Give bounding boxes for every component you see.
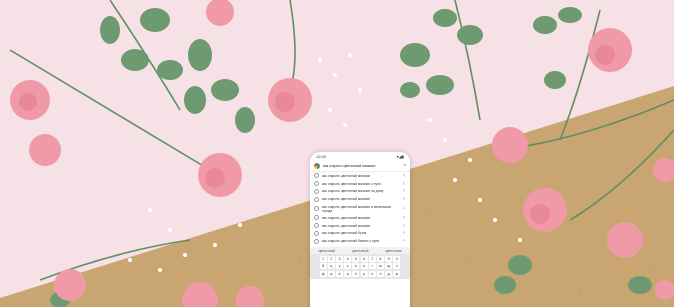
key[interactable]: у — [336, 263, 344, 270]
key[interactable]: 9 — [385, 256, 393, 263]
search-history-icon — [314, 188, 319, 194]
key[interactable]: ж — [393, 270, 401, 277]
key[interactable]: 1 — [319, 256, 327, 263]
suggestion-item[interactable]: как открыть цветочный магазин на дому ↖ — [310, 188, 410, 196]
arrow-icon[interactable]: ↖ — [403, 197, 406, 201]
key[interactable]: р — [360, 270, 368, 277]
key[interactable]: з — [393, 263, 401, 270]
key[interactable]: д — [385, 270, 393, 277]
suggestion-item[interactable]: как открыть цветочный бизнес с нуля ↖ — [310, 237, 410, 245]
keyboard-row: ф ы в а п р о л д ж — [312, 270, 408, 277]
suggestion-text: как открыть цветочный магазин на дому — [322, 189, 384, 194]
status-time: 12:00 — [316, 154, 327, 159]
key[interactable]: е — [352, 263, 360, 270]
search-history-icon — [314, 206, 319, 212]
word-suggestion[interactable]: цветочная — [386, 249, 402, 253]
search-history-icon — [314, 173, 319, 179]
suggestion-list: как открыть цветочный магазин ↖ как откры… — [310, 172, 410, 245]
suggestion-text: как открыть цветочный магазин — [322, 215, 371, 220]
suggestion-item[interactable]: как открыть цветочный магазин ↖ — [310, 214, 410, 222]
key[interactable]: ц — [327, 263, 335, 270]
key[interactable]: щ — [385, 263, 393, 270]
key[interactable]: 0 — [393, 256, 401, 263]
status-icons: ▾◢▮ — [396, 154, 404, 159]
keyboard-row: й ц у к е н г ш щ з — [312, 263, 408, 270]
arrow-icon[interactable]: ↖ — [403, 181, 406, 186]
key[interactable]: ы — [327, 270, 335, 277]
arrow-icon[interactable]: ↖ — [403, 206, 406, 211]
search-bar[interactable]: как открыть цветочный магазин × — [310, 161, 410, 172]
word-suggestion[interactable]: цветочный — [352, 249, 368, 253]
smartphone-screen: 12:00 ▾◢▮ как открыть цветочный магазин … — [310, 152, 410, 307]
search-input[interactable]: как открыть цветочный магазин — [323, 164, 403, 168]
key[interactable]: л — [376, 270, 384, 277]
photo-scene: 12:00 ▾◢▮ как открыть цветочный магазин … — [0, 0, 674, 307]
close-icon[interactable]: × — [403, 163, 406, 169]
key[interactable]: н — [360, 263, 368, 270]
arrow-icon[interactable]: ↖ — [403, 173, 406, 178]
suggestion-text: как открыть цветочный магазин — [322, 173, 371, 178]
key[interactable]: ш — [376, 263, 384, 270]
status-bar: 12:00 ▾◢▮ — [310, 152, 410, 161]
key[interactable]: ф — [319, 270, 327, 277]
arrow-icon[interactable]: ↖ — [403, 189, 406, 193]
keyboard-suggestion-strip: цветочный цветочный цветочная — [310, 247, 410, 255]
arrow-icon[interactable]: ↖ — [403, 215, 406, 220]
google-logo-icon — [314, 163, 320, 169]
suggestion-text: как открыть цветочный бизнес с нуля — [322, 239, 380, 244]
suggestion-item[interactable]: как открыть цветочный магазин с нуля ↖ — [310, 180, 410, 188]
key[interactable]: к — [344, 263, 352, 270]
key[interactable]: в — [336, 270, 344, 277]
search-history-icon — [314, 215, 319, 221]
key[interactable]: 4 — [344, 256, 352, 263]
key[interactable]: п — [352, 270, 360, 277]
search-history-icon — [314, 181, 319, 187]
keyboard-row: 1 2 3 4 5 6 7 8 9 0 — [312, 256, 408, 263]
onscreen-keyboard: 1 2 3 4 5 6 7 8 9 0 й ц у к е н г ш щ з … — [310, 254, 410, 279]
key[interactable]: й — [319, 263, 327, 270]
arrow-icon[interactable]: ↖ — [403, 223, 406, 228]
suggestion-text: как открыть цветочный магазин — [322, 223, 371, 228]
suggestion-item[interactable]: как открыть цветочный магазин в маленько… — [310, 203, 410, 214]
word-suggestion[interactable]: цветочный — [319, 249, 335, 253]
search-history-icon — [314, 196, 319, 202]
search-history-icon — [314, 238, 319, 244]
suggestion-text: как открыть цветочный магазин — [322, 197, 371, 202]
suggestion-text: как открыть цветочный магазин в маленько… — [322, 204, 391, 213]
arrow-icon[interactable]: ↖ — [403, 239, 406, 243]
arrow-icon[interactable]: ↖ — [403, 231, 406, 235]
key[interactable]: а — [344, 270, 352, 277]
key[interactable]: 8 — [376, 256, 384, 263]
key[interactable]: г — [368, 263, 376, 270]
search-history-icon — [314, 223, 319, 229]
suggestion-text: как открыть цветочный магазин с нуля — [322, 181, 381, 186]
search-history-icon — [314, 230, 319, 236]
suggestion-item[interactable]: как открыть цветочный магазин ↖ — [310, 172, 410, 180]
key[interactable]: 7 — [368, 256, 376, 263]
key[interactable]: 6 — [360, 256, 368, 263]
key[interactable]: 5 — [352, 256, 360, 263]
suggestion-text: как открыть цветочный бутик — [322, 231, 367, 236]
key[interactable]: о — [368, 270, 376, 277]
suggestion-item[interactable]: как открыть цветочный магазин ↖ — [310, 222, 410, 230]
key[interactable]: 3 — [336, 256, 344, 263]
suggestion-item[interactable]: как открыть цветочный магазин ↖ — [310, 195, 410, 203]
key[interactable]: 2 — [327, 256, 335, 263]
suggestion-item[interactable]: как открыть цветочный бутик ↖ — [310, 229, 410, 237]
